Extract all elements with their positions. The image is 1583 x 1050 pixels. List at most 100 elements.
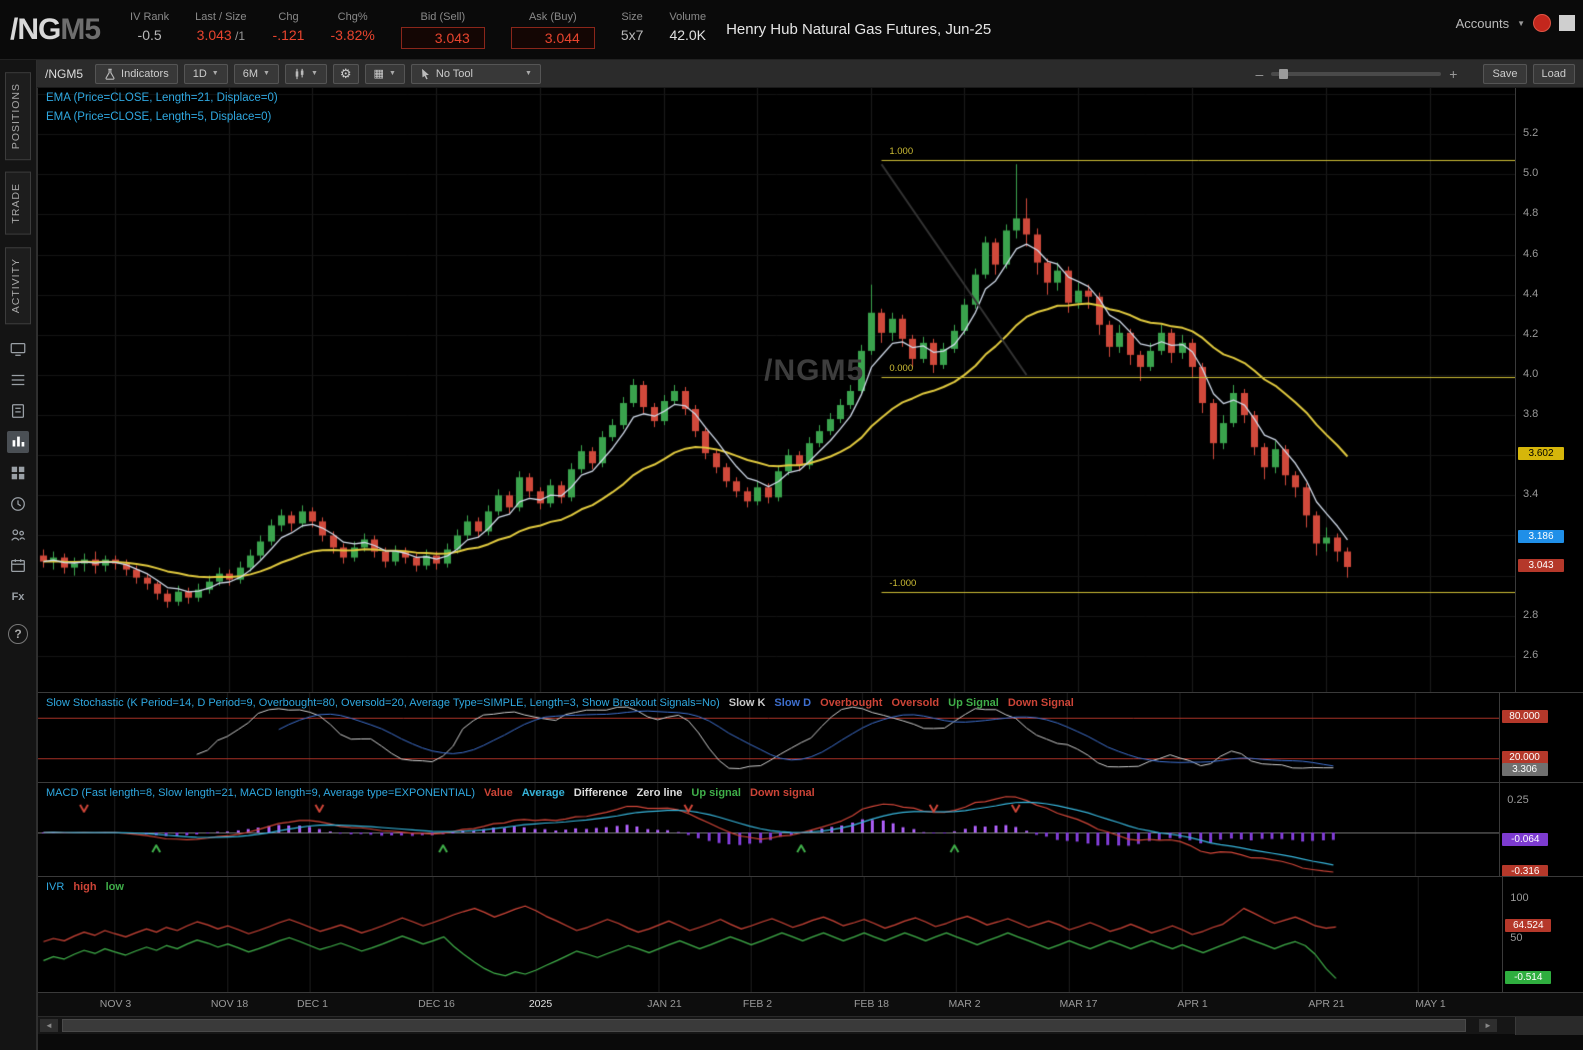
axis-label: 4.2 <box>1523 327 1539 340</box>
study-title: MACD (Fast length=8, Slow length=21, MAC… <box>46 787 476 799</box>
price-badge: 64.524 <box>1505 919 1552 933</box>
field-chg: Chg -.121 <box>272 10 305 43</box>
legend-item: high <box>73 881 97 893</box>
scrollbar-thumb[interactable] <box>62 1019 1466 1032</box>
axis-label: 4.8 <box>1523 207 1539 220</box>
formula-icon[interactable]: Fx <box>7 586 29 608</box>
symbol-title[interactable]: /NGM5 <box>0 13 114 47</box>
scroll-left-icon[interactable]: ◄ <box>40 1019 58 1032</box>
legend-item: Slow K <box>728 697 766 709</box>
timeframe-select[interactable]: 1D ▼ <box>183 63 228 84</box>
chart-watermark: /NGM5 <box>764 353 865 387</box>
save-button[interactable]: Save <box>1483 63 1527 84</box>
grid-icon: ▦ <box>373 68 384 80</box>
zoom-slider-track[interactable] <box>1271 68 1442 79</box>
legend-item: Value <box>484 787 513 799</box>
time-axis-label: DEC 16 <box>418 998 455 1010</box>
price-badge: -0.064 <box>1502 833 1549 847</box>
watchlist-icon[interactable] <box>7 369 29 391</box>
ivr-header[interactable]: IVR high low <box>46 881 133 893</box>
drawing-tool-select[interactable]: No Tool ▼ <box>410 63 541 84</box>
study-title: IVR <box>46 881 65 893</box>
time-axis-label: DEC 1 <box>297 998 328 1010</box>
axis-label: 5.0 <box>1523 167 1539 180</box>
bid-button[interactable]: 3.043 <box>400 26 485 49</box>
chart-type-select[interactable]: ▼ <box>284 63 327 84</box>
tab-trade[interactable]: TRADE <box>5 172 31 235</box>
zoom-out-button[interactable]: – <box>1255 66 1263 82</box>
time-axis[interactable]: NOV 3 NOV 18 DEC 1 DEC 16 2025 JAN 21 FEB 2 FEB… <box>38 992 1583 1016</box>
ask-button[interactable]: 3.044 <box>510 26 595 49</box>
indicators-button[interactable]: Indicators <box>95 63 178 84</box>
apps-icon[interactable] <box>7 462 29 484</box>
tab-positions[interactable]: POSITIONS <box>5 72 31 161</box>
legend-item: Average <box>521 787 565 799</box>
charts-icon[interactable] <box>7 431 29 454</box>
help-icon[interactable]: ? <box>8 624 28 645</box>
app-header: /NGM5 IV Rank -0.5 Last / Size 3.043 /1 … <box>0 0 1583 60</box>
monitor-icon[interactable] <box>7 338 29 360</box>
ivr-plot[interactable] <box>38 877 1503 992</box>
macd-axis[interactable]: 0.25 -0.064 -0.316 <box>1499 783 1568 878</box>
field-ask: Ask (Buy) 3.044 <box>510 11 595 49</box>
price-badge: 3.043 <box>1518 558 1564 572</box>
macd-panel: 0.25 -0.064 -0.316 MACD (Fast length=8, Sl… <box>38 782 1583 878</box>
axis-label: 4.4 <box>1523 287 1539 300</box>
axis-label: 3.8 <box>1523 408 1539 421</box>
app-window: /NGM5 IV Rank -0.5 Last / Size 3.043 /1 … <box>0 0 1583 1050</box>
stochastic-panel: 80.000 20.000 3.306 Slow Stochastic (K Per… <box>38 692 1583 782</box>
ivr-panel: 100 50 64.524 -0.514 IVR high low <box>38 876 1583 992</box>
zoom-in-button[interactable]: + <box>1449 66 1457 82</box>
range-select[interactable]: 6M ▼ <box>233 63 279 84</box>
legend-item: Zero line <box>636 787 683 799</box>
layout-select[interactable]: ▦ ▼ <box>364 63 405 84</box>
chart-symbol[interactable]: /NGM5 <box>45 67 83 81</box>
calendar-icon[interactable] <box>7 555 29 577</box>
legend-item: Difference <box>573 787 628 799</box>
accounts-menu[interactable]: Accounts <box>1456 16 1509 31</box>
stochastic-axis[interactable]: 80.000 20.000 3.306 <box>1498 693 1567 782</box>
history-icon[interactable] <box>7 493 29 515</box>
bottom-filler <box>38 1034 1583 1050</box>
settings-button[interactable]: ⚙ <box>332 63 359 84</box>
axis-label: 4.6 <box>1523 247 1539 260</box>
price-axis[interactable]: 5.2 5.0 4.8 4.6 4.4 4.2 4.0 3.8 3.4 2.8 2.6 3.602 3.… <box>1515 88 1583 692</box>
contract-description: Henry Hub Natural Gas Futures, Jun-25 <box>726 21 992 38</box>
chart-workspace: /NGM5 Indicators 1D ▼ 6M ▼ ▼ ⚙ ▦ ▼ No To… <box>37 60 1583 1050</box>
legend-item: Up Signal <box>948 697 999 709</box>
ivr-axis[interactable]: 100 50 64.524 -0.514 <box>1502 877 1571 992</box>
community-icon[interactable] <box>7 524 29 546</box>
alert-icon[interactable] <box>1533 14 1551 32</box>
scrollbar-corner <box>1515 1017 1583 1035</box>
legend-item: Down Signal <box>1007 697 1074 709</box>
field-iv-rank: IV Rank -0.5 <box>130 10 170 43</box>
time-axis-label: NOV 18 <box>210 998 249 1010</box>
chevron-down-icon: ▼ <box>388 70 396 77</box>
window-corner-icon[interactable] <box>1559 15 1575 31</box>
ema21-label[interactable]: EMA (Price=CLOSE, Length=21, Displace=0) <box>46 92 278 104</box>
price-badge: 3.602 <box>1518 446 1564 460</box>
field-chg-pct: Chg% -3.82% <box>330 10 375 43</box>
load-button[interactable]: Load <box>1532 63 1575 84</box>
tab-activity[interactable]: ACTIVITY <box>5 246 31 325</box>
chevron-down-icon: ▼ <box>211 70 219 77</box>
chart-area: 5.2 5.0 4.8 4.6 4.4 4.2 4.0 3.8 3.4 2.8 2.6 3.602 3.… <box>37 88 1583 1050</box>
legend-item: Up signal <box>691 787 741 799</box>
scroll-right-icon[interactable]: ► <box>1479 1019 1497 1032</box>
chevron-down-icon[interactable]: ▼ <box>1517 19 1525 28</box>
sidebar-icons: Fx <box>0 338 36 608</box>
chart-toolbar: /NGM5 Indicators 1D ▼ 6M ▼ ▼ ⚙ ▦ ▼ No To… <box>37 60 1583 88</box>
price-badge: 3.186 <box>1518 530 1564 544</box>
axis-label: 0.25 <box>1507 794 1529 806</box>
orders-icon[interactable] <box>7 400 29 422</box>
legend-item: low <box>105 881 124 893</box>
macd-header[interactable]: MACD (Fast length=8, Slow length=21, MAC… <box>46 787 824 799</box>
ema5-label[interactable]: EMA (Price=CLOSE, Length=5, Displace=0) <box>46 111 278 123</box>
axis-label: 2.6 <box>1523 648 1539 661</box>
zoom-slider-thumb[interactable] <box>1279 68 1289 79</box>
time-axis-label: MAR 2 <box>948 998 981 1010</box>
axis-label: 4.0 <box>1523 367 1539 380</box>
stochastic-header[interactable]: Slow Stochastic (K Period=14, D Period=9… <box>46 697 1083 709</box>
horizontal-scrollbar[interactable]: ◄ ► <box>38 1016 1583 1035</box>
price-chart[interactable] <box>38 88 1515 692</box>
